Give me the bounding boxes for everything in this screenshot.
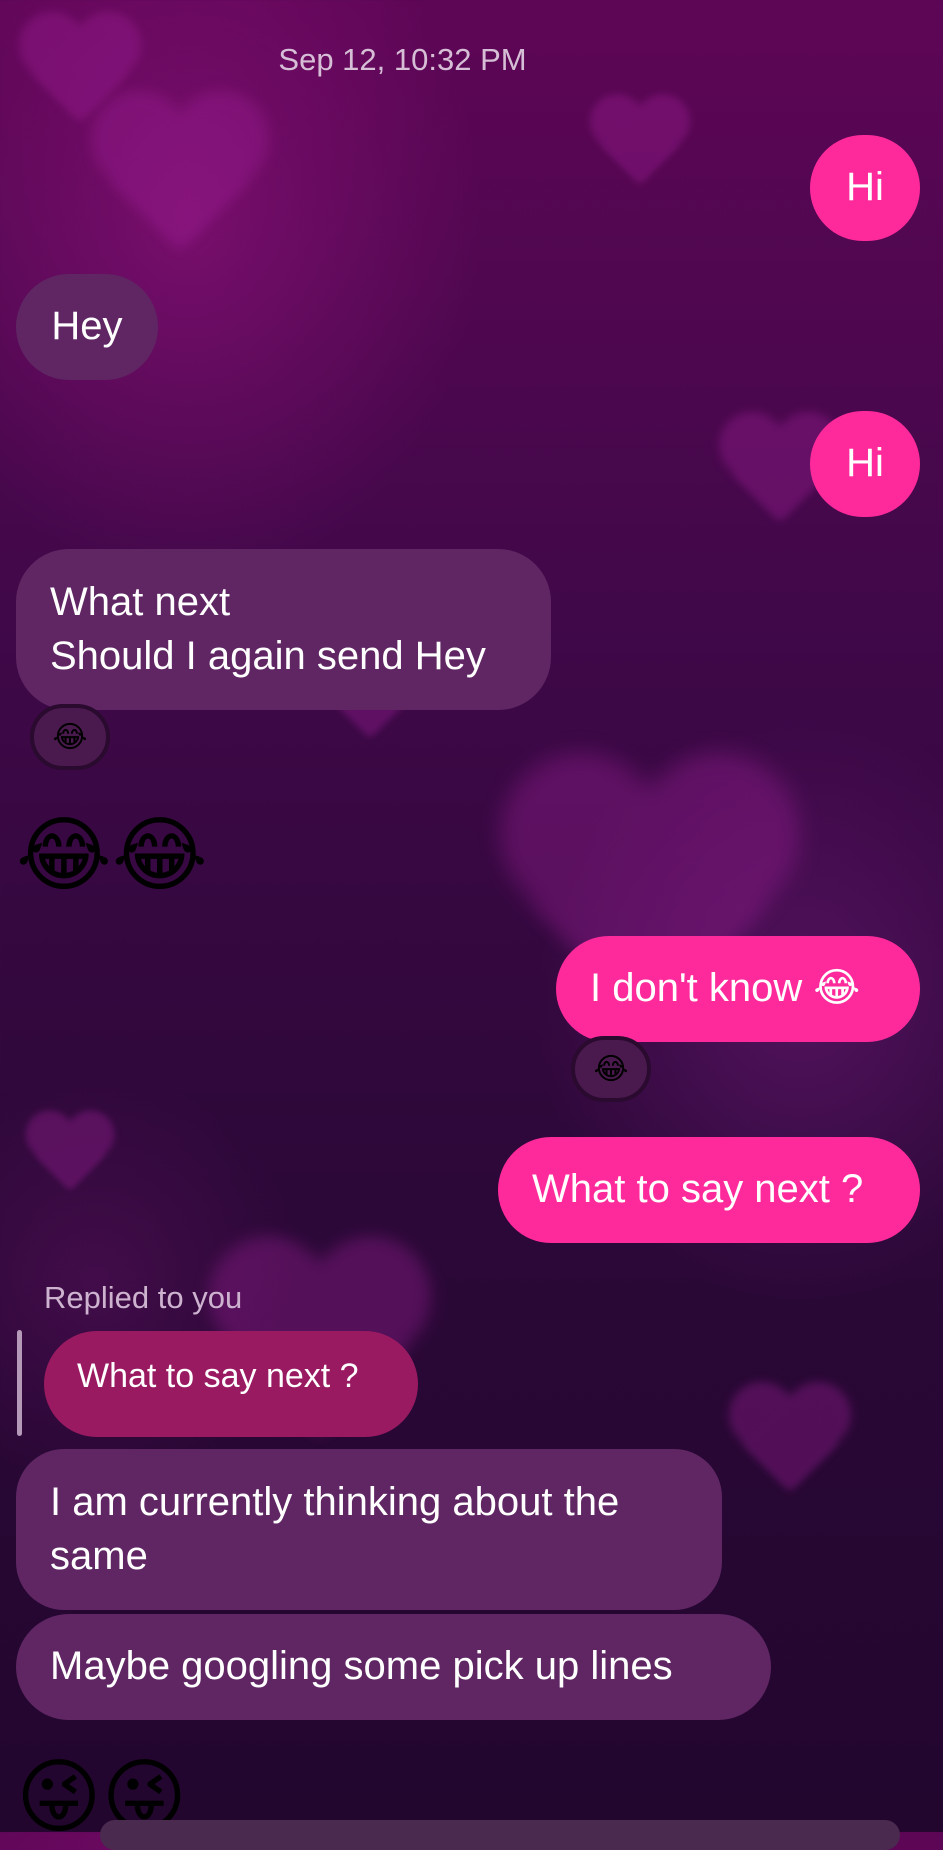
- message-timestamp: Sep 12, 10:32 PM: [278, 42, 527, 77]
- reaction-badge[interactable]: 😂: [571, 1036, 651, 1102]
- background-heart: [586, 96, 694, 204]
- reply-label: Replied to you: [44, 1280, 243, 1315]
- background-heart: [84, 94, 276, 286]
- sent-message[interactable]: What to say next ?: [498, 1137, 920, 1243]
- sent-message[interactable]: I don't know 😂: [556, 936, 920, 1042]
- received-message[interactable]: I am currently thinking about the same: [16, 1449, 722, 1610]
- background-heart: [724, 1384, 856, 1516]
- received-message[interactable]: Maybe googling some pick up lines: [16, 1614, 771, 1720]
- sent-message[interactable]: Hi: [810, 411, 920, 517]
- reaction-badge[interactable]: 😂: [30, 704, 110, 770]
- received-message[interactable]: Hey: [16, 274, 158, 380]
- sent-message[interactable]: Hi: [810, 135, 920, 241]
- emoji-message[interactable]: 😂😂: [16, 806, 208, 906]
- quoted-message[interactable]: What to say next ?: [44, 1331, 418, 1437]
- bottom-overlay: [100, 1820, 900, 1850]
- reply-indicator-bar: [17, 1330, 22, 1436]
- background-heart: [22, 1112, 118, 1208]
- received-message[interactable]: What next Should I again send Hey: [16, 549, 551, 710]
